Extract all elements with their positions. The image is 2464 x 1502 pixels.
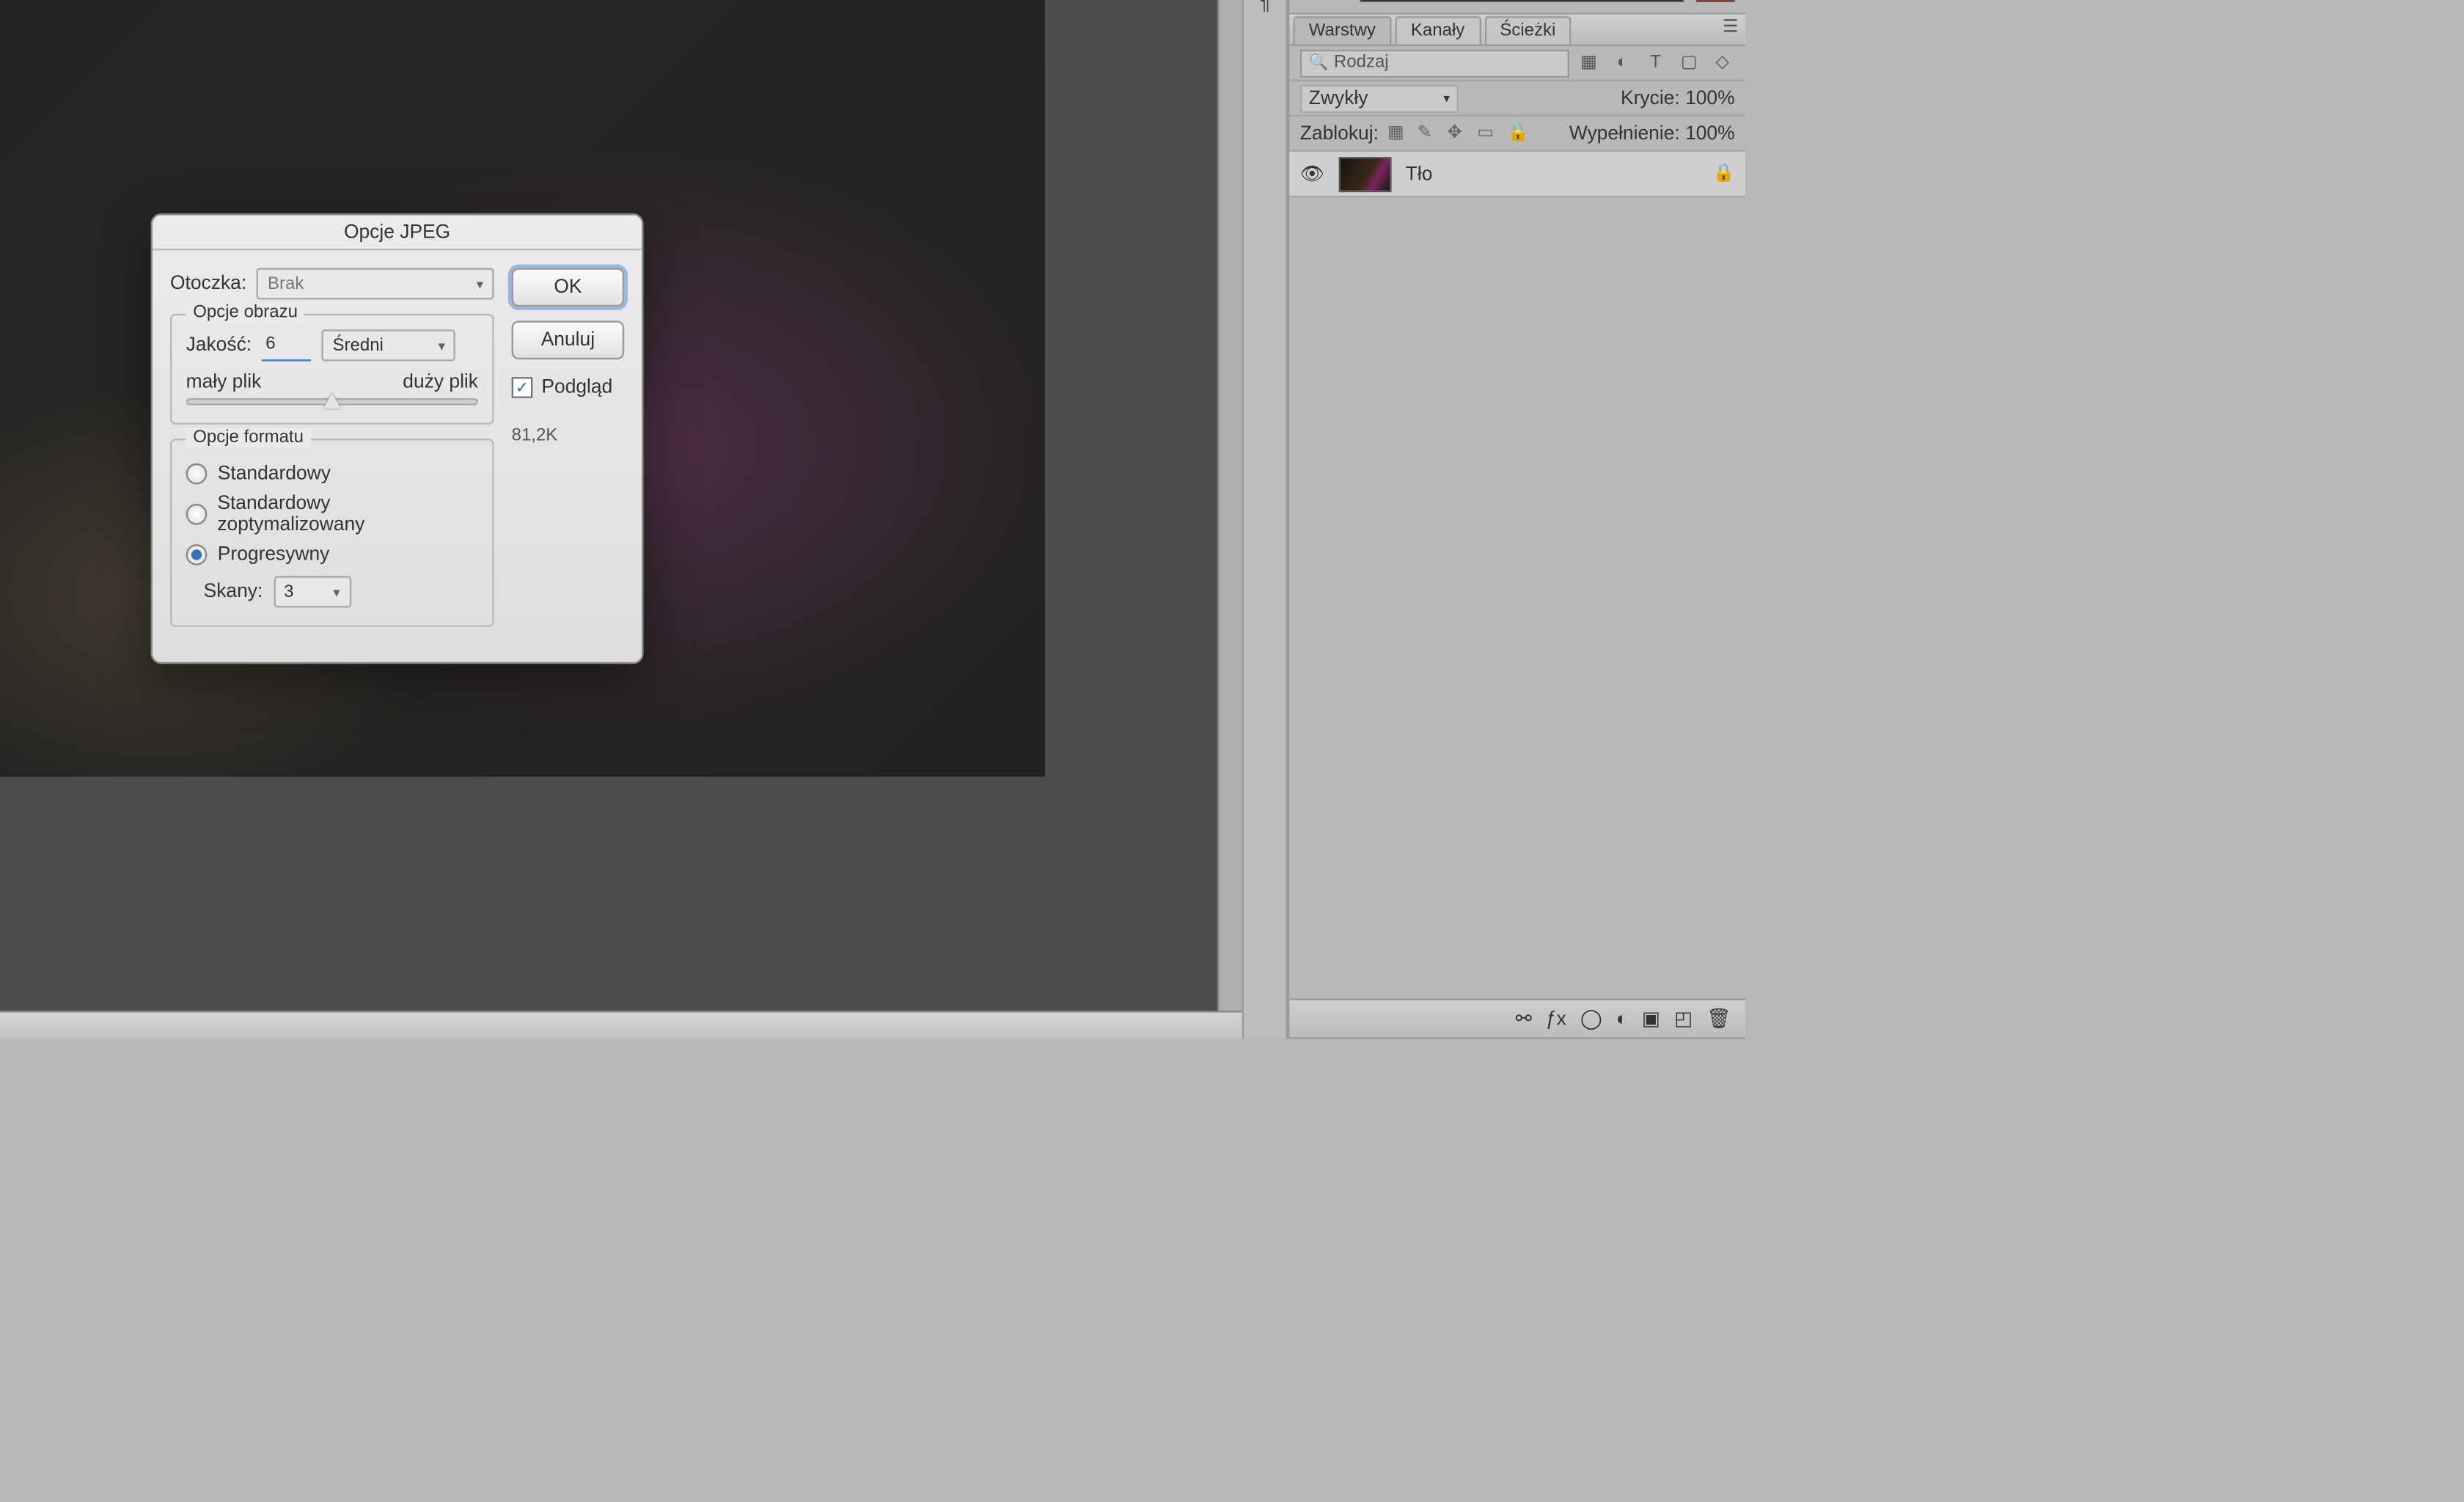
layer-row[interactable]: 👁 Tło 🔒 (1289, 152, 1745, 197)
collapsed-dock: ◀▶ 🕑 ▤ 吕 A| ¶ (1242, 0, 1288, 1039)
document-window: 3456789101112131415161718 3210123456789 … (0, 0, 1242, 1039)
format-options-group: Opcje formatu Standardowy Standardowy zo… (170, 439, 494, 627)
panels-dock: Kolor Próbki ☰ Warstwy Kanały Ścieżki ☰ (1288, 0, 1745, 1039)
cancel-button[interactable]: Anuluj (512, 320, 625, 359)
color-panel: Kolor Próbki ☰ (1289, 0, 1745, 15)
blend-mode-select[interactable]: Zwykły (1300, 84, 1459, 112)
filter-type-icon[interactable]: T (1643, 51, 1668, 76)
layer-thumbnail[interactable] (1339, 156, 1392, 191)
filter-pixel-icon[interactable]: ▦ (1577, 51, 1602, 76)
fill-value[interactable]: 100% (1685, 122, 1735, 144)
ok-button[interactable]: OK (512, 268, 625, 307)
tab-paths[interactable]: Ścieżki (1484, 16, 1572, 44)
status-bar: 100% Dok: 6,44 MB/6,44 MB 〉 (0, 1011, 1242, 1038)
adjustment-icon[interactable]: ◐ (1616, 1008, 1628, 1030)
layer-filter-kind[interactable]: Rodzaj (1300, 49, 1569, 77)
lock-icon: 🔒 (1713, 164, 1735, 183)
group-icon[interactable]: ▣ (1642, 1007, 1660, 1030)
quality-label: Jakość: (186, 335, 252, 356)
panel-menu-icon[interactable]: ☰ (1723, 18, 1739, 37)
canvas[interactable]: Opcje JPEG Otoczka: Brak Opcje obrazu (0, 0, 1217, 1011)
lock-pixels-icon[interactable]: ▦ (1387, 122, 1409, 144)
jpeg-options-dialog: Opcje JPEG Otoczka: Brak Opcje obrazu (151, 213, 644, 664)
scans-label: Skany: (204, 582, 263, 603)
scans-select[interactable]: 3 (274, 576, 351, 607)
color-field[interactable] (1360, 0, 1684, 2)
filter-smart-icon[interactable]: ◇ (1710, 51, 1735, 76)
image-options-group: Opcje obrazu Jakość: Średni mały plikduż… (170, 314, 494, 425)
quality-preset-select[interactable]: Średni (322, 329, 455, 361)
fx-icon[interactable]: ƒx (1546, 1008, 1566, 1030)
opacity-value[interactable]: 100% (1685, 87, 1735, 109)
progressive-radio[interactable]: Progresywny (186, 544, 478, 565)
new-layer-icon[interactable]: ◰ (1674, 1007, 1693, 1030)
optimized-radio[interactable]: Standardowy zoptymalizowany (186, 494, 478, 536)
visibility-toggle-icon[interactable]: 👁 (1300, 162, 1325, 185)
matte-select[interactable]: Brak (257, 268, 494, 299)
glyphs-panel-icon[interactable]: ¶ (1249, 0, 1280, 18)
lock-all-icon[interactable]: 🔒 (1507, 122, 1528, 144)
preview-checkbox[interactable]: ✓Podgląd (512, 377, 625, 398)
filter-shape-icon[interactable]: ▢ (1676, 51, 1701, 76)
quality-slider[interactable] (186, 398, 478, 406)
layer-list: 👁 Tło 🔒 (1289, 152, 1745, 998)
trash-icon[interactable]: 🗑 (1706, 1007, 1731, 1030)
lock-position-icon[interactable]: ✥ (1448, 122, 1469, 144)
lock-artboard-icon[interactable]: ▭ (1477, 122, 1498, 144)
layers-footer: ⚯ ƒx ◯ ◐ ▣ ◰ 🗑 (1289, 998, 1745, 1037)
quality-input[interactable] (263, 331, 312, 361)
mask-icon[interactable]: ◯ (1580, 1007, 1602, 1030)
matte-label: Otoczka: (170, 274, 246, 295)
layer-name[interactable]: Tło (1406, 164, 1433, 185)
filter-adjust-icon[interactable]: ◐ (1610, 51, 1635, 76)
tab-layers[interactable]: Warstwy (1293, 16, 1391, 44)
dialog-title: Opcje JPEG (153, 215, 642, 250)
canvas-scrollbar-vertical[interactable] (1217, 0, 1242, 1011)
lock-brush-icon[interactable]: ✎ (1418, 122, 1439, 144)
file-size-estimate: 81,2K (512, 426, 625, 445)
layers-panel: Warstwy Kanały Ścieżki ☰ Rodzaj ▦ ◐ T ▢ … (1289, 15, 1745, 1039)
baseline-radio[interactable]: Standardowy (186, 464, 478, 485)
hue-strip[interactable] (1696, 0, 1735, 2)
link-layers-icon[interactable]: ⚯ (1516, 1007, 1532, 1030)
tab-channels[interactable]: Kanały (1395, 16, 1481, 44)
